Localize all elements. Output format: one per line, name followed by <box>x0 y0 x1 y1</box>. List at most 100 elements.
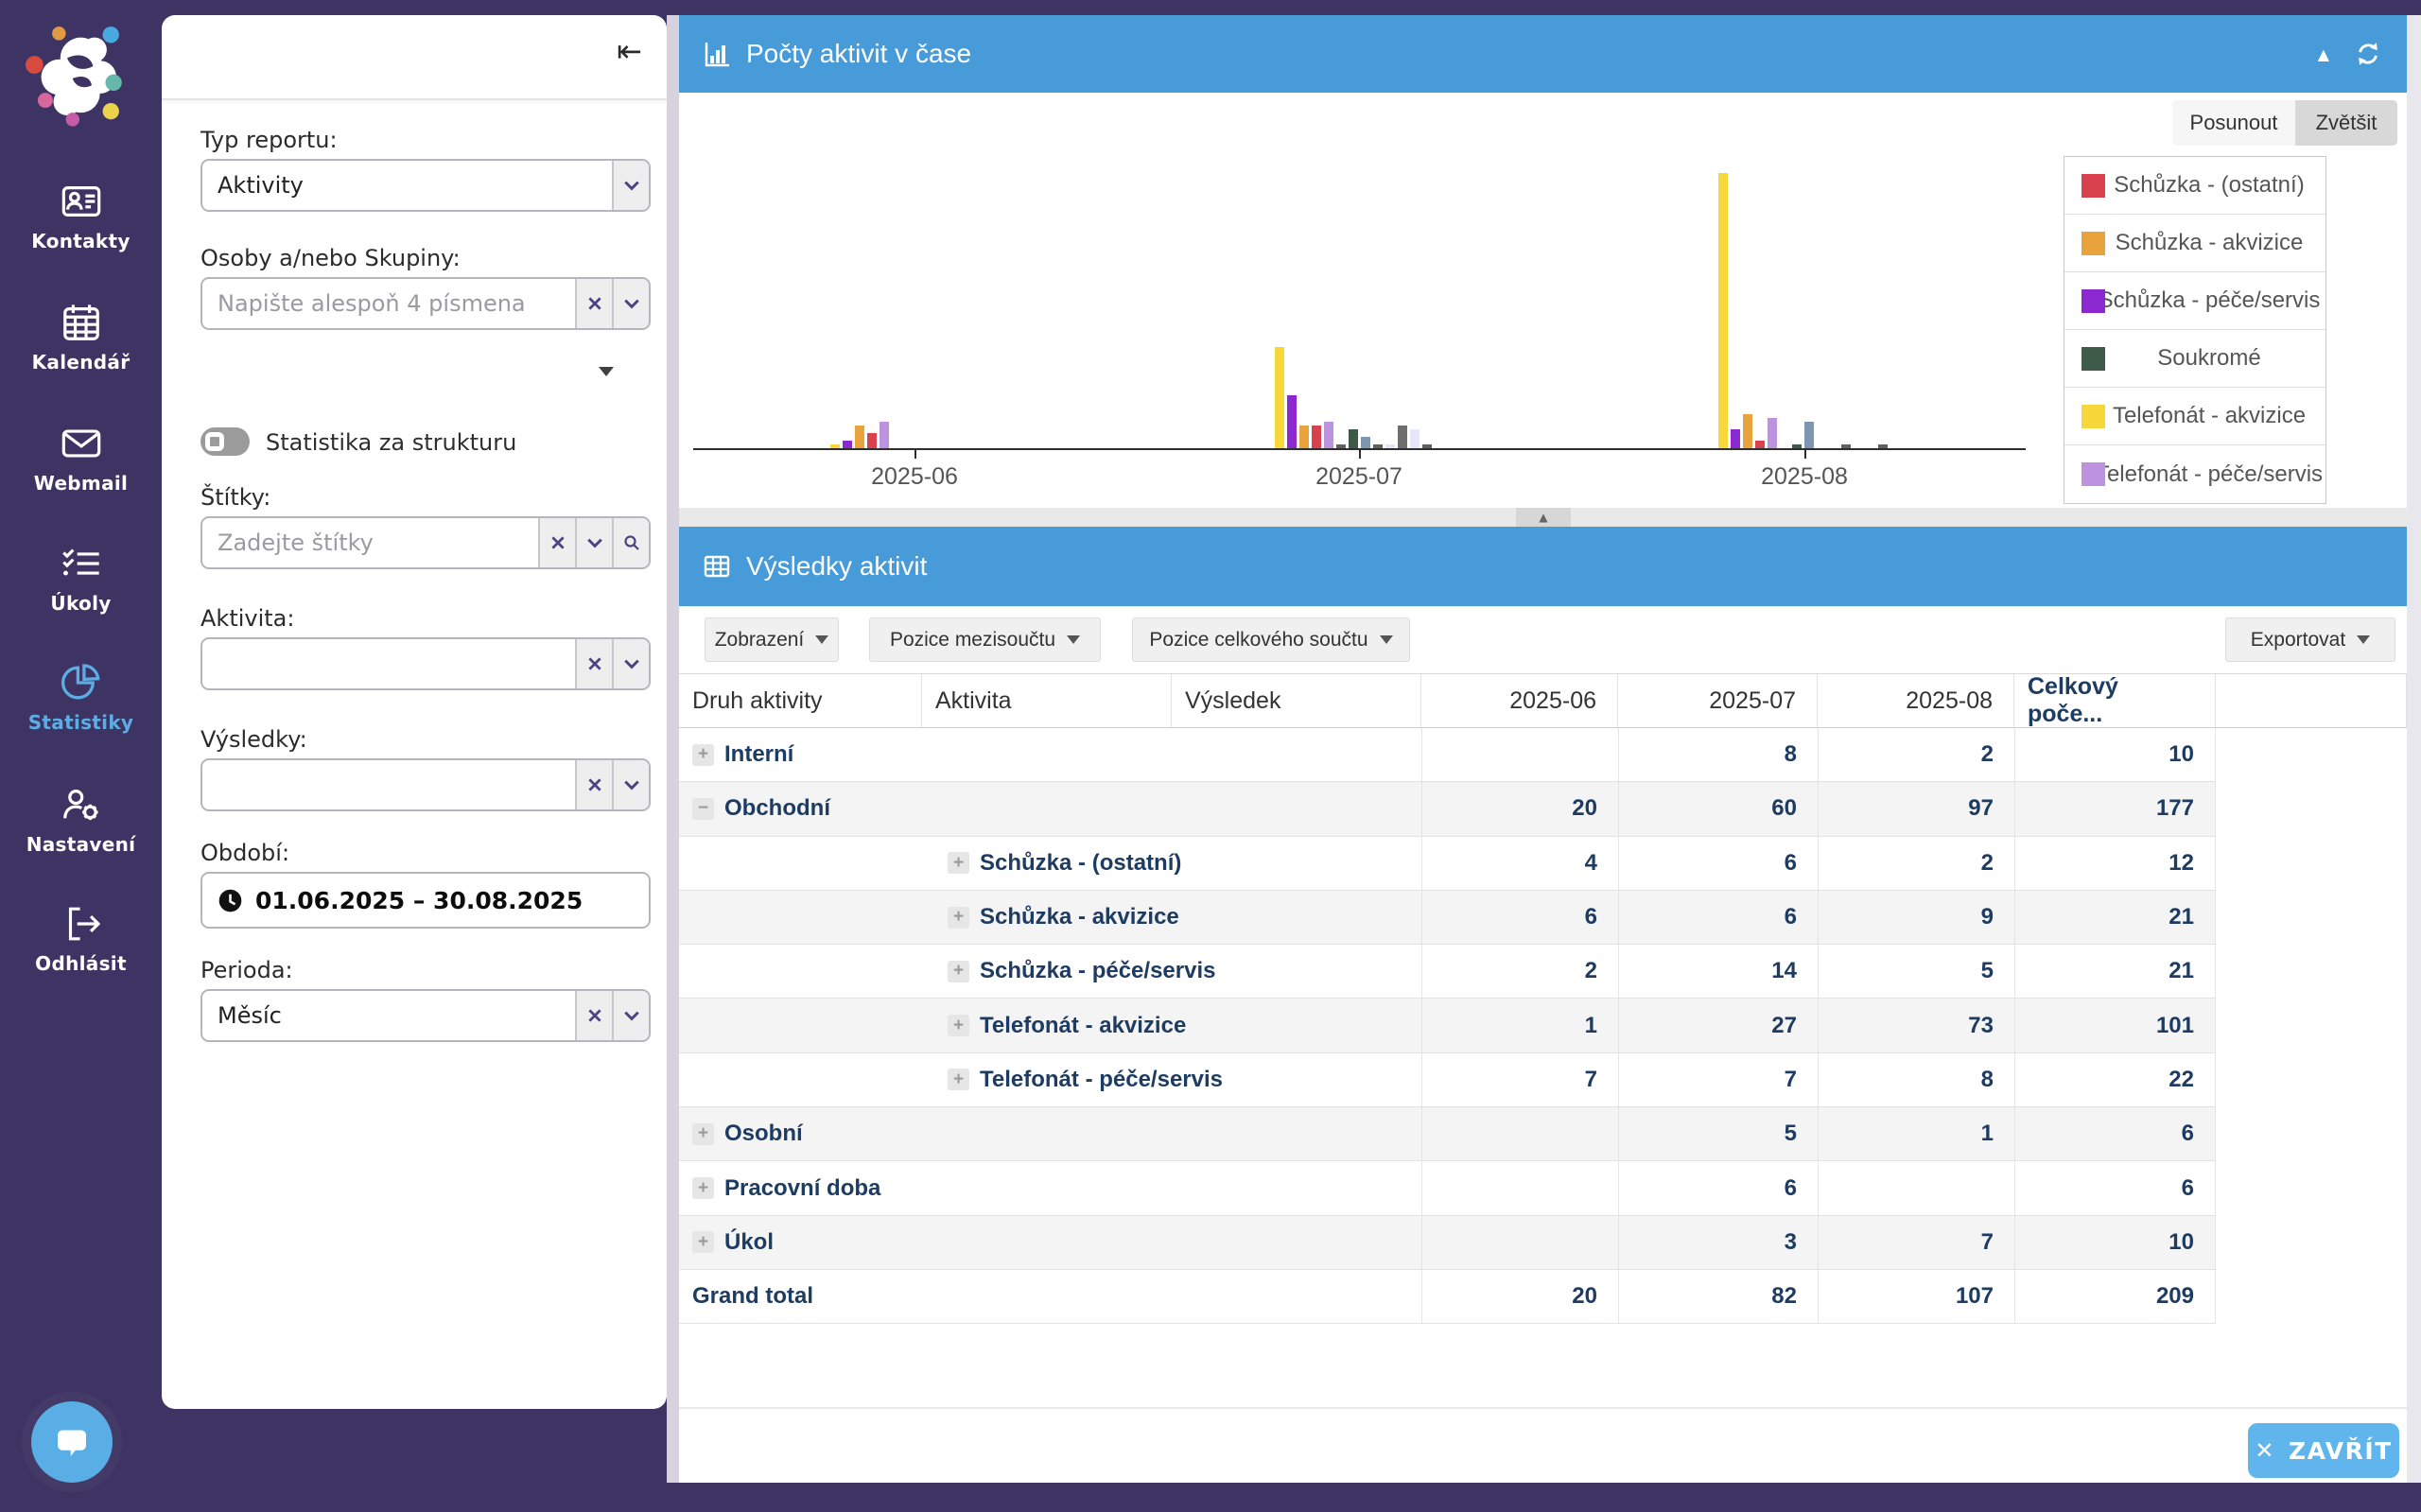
axis-tick <box>1359 450 1361 459</box>
chevron-down-icon[interactable] <box>612 161 649 210</box>
results-input[interactable] <box>202 760 575 809</box>
resize-handle[interactable]: ▲ <box>1516 508 1571 527</box>
sidebar-item-odhlasit[interactable]: Odhlásit <box>0 902 162 989</box>
chevron-down-icon[interactable] <box>612 760 649 809</box>
date-range-value: 01.06.2025 – 30.08.2025 <box>255 887 583 914</box>
value-cell: 177 <box>2014 782 2216 835</box>
table-header-row: Druh aktivityAktivitaVýsledek2025-062025… <box>679 673 2407 728</box>
bar <box>880 422 889 448</box>
sidebar-item-kontakty[interactable]: Kontakty <box>0 180 162 267</box>
export-button[interactable]: Exportovat <box>2225 617 2395 662</box>
report-type-select[interactable]: Aktivity <box>200 159 651 212</box>
chat-button[interactable] <box>31 1401 113 1483</box>
contact-card-icon <box>60 180 103 223</box>
expand-row-icon[interactable]: + <box>692 744 714 766</box>
column-header-[interactable]: 2025-08 <box>1818 674 2014 727</box>
filter-panel: ⇤ Typ reportu: Aktivity Osoby a/nebo Sku… <box>162 15 667 1409</box>
legend-item[interactable]: Telefonát - péče/servis <box>2064 445 2325 503</box>
clear-icon[interactable] <box>575 279 612 328</box>
sidebar-item-kalendar[interactable]: Kalendář <box>0 301 162 388</box>
row-label: Úkol <box>724 1229 774 1256</box>
expand-row-icon[interactable]: + <box>948 961 969 982</box>
zoom-button[interactable]: Zvětšit <box>2295 100 2397 146</box>
people-groups-input[interactable] <box>202 279 575 328</box>
people-groups-label: Osoby a/nebo Skupiny: <box>200 245 461 271</box>
scroll-strip[interactable] <box>2407 15 2421 1483</box>
expand-row-icon[interactable]: + <box>948 907 969 929</box>
column-header-celkovy-poce[interactable]: Celkový poče... <box>2014 674 2216 727</box>
close-button[interactable]: ✕ ZAVŘÍT <box>2248 1423 2399 1478</box>
axis-tick-label: 2025-07 <box>1293 463 1425 491</box>
structure-toggle[interactable] <box>200 427 250 456</box>
expand-row-icon[interactable]: + <box>692 1123 714 1145</box>
expand-row-icon[interactable]: + <box>692 1231 714 1253</box>
table-icon <box>702 551 732 582</box>
collapse-panel-icon[interactable]: ▲ <box>2318 45 2329 63</box>
expand-more-icon[interactable] <box>599 367 614 376</box>
chevron-down-icon[interactable] <box>612 279 649 328</box>
legend-item[interactable]: Telefonát - akvizice <box>2064 388 2325 445</box>
panel-gutter[interactable] <box>667 15 679 1483</box>
value-cell: 9 <box>1818 891 2014 944</box>
sidebar-item-webmail[interactable]: Webmail <box>0 422 162 509</box>
tags-input[interactable] <box>202 518 538 567</box>
value-cell: 73 <box>1818 999 2014 1051</box>
date-range-picker[interactable]: 01.06.2025 – 30.08.2025 <box>200 872 651 929</box>
value-cell: 6 <box>1618 1161 1818 1214</box>
clear-icon[interactable] <box>538 518 575 567</box>
chevron-down-icon[interactable] <box>575 518 612 567</box>
expand-row-icon[interactable]: + <box>948 1069 969 1090</box>
column-header-druh-aktivity[interactable]: Druh aktivity <box>679 674 922 727</box>
collapse-left-icon[interactable]: ⇤ <box>617 36 642 66</box>
value-cell: 6 <box>1618 891 1818 944</box>
periodicity-select[interactable]: Měsíc <box>200 989 651 1042</box>
sidebar-item-ukoly[interactable]: Úkoly <box>0 542 162 629</box>
axis-tick-label: 2025-08 <box>1738 463 1871 491</box>
column-header-empty <box>2216 674 2407 727</box>
column-header-vysledek[interactable]: Výsledek <box>1172 674 1421 727</box>
pan-button[interactable]: Posunout <box>2172 100 2295 146</box>
app-logo[interactable] <box>13 17 146 140</box>
legend-item[interactable]: Schůzka - akvizice <box>2064 215 2325 272</box>
column-header-[interactable]: 2025-06 <box>1421 674 1618 727</box>
collapse-row-icon[interactable]: − <box>692 798 714 820</box>
bar <box>1312 426 1321 448</box>
pozice-mezisouctu-button[interactable]: Pozice mezisoučtu <box>869 617 1101 662</box>
column-header-[interactable]: 2025-07 <box>1618 674 1818 727</box>
clear-icon[interactable] <box>575 639 612 688</box>
sidebar-item-nastaveni[interactable]: Nastavení <box>0 783 162 870</box>
legend-item[interactable]: Schůzka - péče/servis <box>2064 272 2325 330</box>
expand-row-icon[interactable]: + <box>692 1177 714 1199</box>
table-row: −Obchodní206097177 <box>679 782 2216 836</box>
column-header-aktivita[interactable]: Aktivita <box>922 674 1172 727</box>
sidebar-item-statistiky[interactable]: Statistiky <box>0 661 162 748</box>
bar <box>1324 422 1333 448</box>
value-cell: 2 <box>1421 945 1618 998</box>
refresh-icon[interactable] <box>2354 40 2382 68</box>
value-cell: 107 <box>1818 1270 2014 1323</box>
legend-item[interactable]: Schůzka - (ostatní) <box>2064 157 2325 215</box>
legend-item[interactable]: Soukromé <box>2064 330 2325 388</box>
value-cell: 2 <box>1818 837 2014 890</box>
chevron-down-icon <box>1380 635 1393 644</box>
bar <box>1731 429 1740 448</box>
table-row: +Interní8210 <box>679 728 2216 782</box>
chevron-down-icon[interactable] <box>612 991 649 1040</box>
pozice-celkoveho-souctu-button[interactable]: Pozice celkového součtu <box>1132 617 1410 662</box>
sidebar-item-label: Statistiky <box>28 711 134 734</box>
chevron-down-icon[interactable] <box>612 639 649 688</box>
expand-row-icon[interactable]: + <box>948 1015 969 1036</box>
expand-row-icon[interactable]: + <box>948 852 969 874</box>
clear-icon[interactable] <box>575 991 612 1040</box>
zobrazeni-button[interactable]: Zobrazení <box>705 617 839 662</box>
search-icon[interactable] <box>612 518 649 567</box>
legend-label: Telefonát - akvizice <box>2084 403 2306 429</box>
clear-icon[interactable] <box>575 760 612 809</box>
row-label-cell: +Schůzka - péče/servis <box>679 945 1421 998</box>
chart-panel-title: Počty aktivit v čase <box>746 39 971 69</box>
activity-input[interactable] <box>202 639 575 688</box>
grand-total-row: Grand total2082107209 <box>679 1270 2216 1324</box>
toggle-knob <box>205 432 224 451</box>
value-cell: 1 <box>1421 999 1618 1051</box>
period-range-label: Období: <box>200 840 289 866</box>
